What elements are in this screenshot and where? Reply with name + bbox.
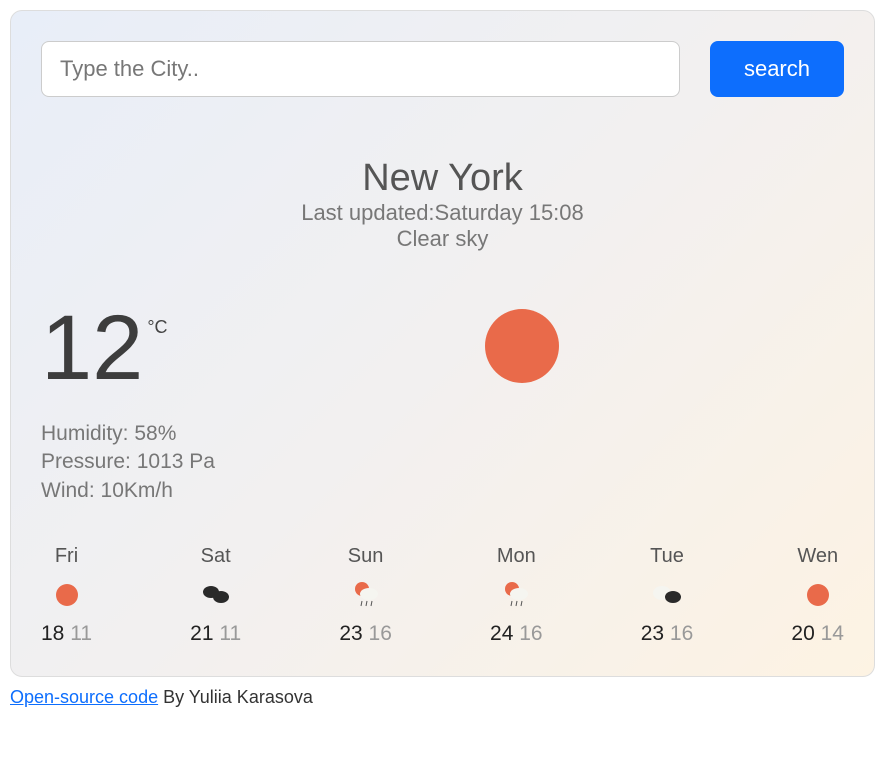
forecast-day: Fri 18 11 [41, 545, 92, 646]
forecast-day: Sat 21 11 [190, 545, 241, 646]
city-search-input[interactable] [41, 41, 680, 97]
forecast-temps: 24 16 [490, 622, 543, 646]
forecast-day: Wen 20 14 [791, 545, 844, 646]
forecast-day-name: Fri [55, 545, 78, 568]
city-name: New York [41, 157, 844, 200]
footer-by-text: By Yuliia Karasova [158, 687, 313, 707]
forecast-min: 14 [821, 622, 844, 645]
current-weather-icon-block [443, 307, 845, 390]
forecast-day-name: Mon [497, 545, 536, 568]
footer: Open-source code By Yuliia Karasova [10, 687, 875, 708]
sun-icon [483, 307, 561, 390]
open-source-link[interactable]: Open-source code [10, 687, 158, 707]
search-button[interactable]: search [710, 41, 844, 97]
last-updated-value: Saturday 15:08 [435, 200, 584, 225]
weather-card: search New York Last updated:Saturday 15… [10, 10, 875, 677]
forecast-min: 11 [70, 622, 92, 645]
forecast-temps: 18 11 [41, 622, 92, 646]
clouds-mixed-icon [651, 580, 683, 610]
forecast-temps: 23 16 [641, 622, 694, 646]
humidity-row: Humidity: 58% [41, 420, 844, 448]
sun-rain-icon [352, 580, 380, 610]
current-header: New York Last updated:Saturday 15:08 Cle… [41, 157, 844, 252]
forecast-max: 24 [490, 622, 513, 645]
last-updated-label: Last updated: [301, 200, 434, 225]
forecast-day: Mon 24 16 [490, 545, 543, 646]
pressure-value: 1013 Pa [137, 450, 215, 473]
temperature-value: 12 [41, 307, 143, 390]
temperature-block: 12 °C [41, 307, 403, 390]
wind-value: 10Km/h [101, 479, 173, 502]
search-row: search [41, 41, 844, 97]
forecast-temps: 21 11 [190, 622, 241, 646]
temperature-unit: °C [147, 317, 167, 338]
forecast-day: Sun 23 16 [339, 545, 392, 646]
pressure-row: Pressure: 1013 Pa [41, 448, 844, 476]
sun-icon [806, 580, 830, 610]
forecast-min: 11 [219, 622, 241, 645]
forecast-temps: 23 16 [339, 622, 392, 646]
humidity-value: 58% [134, 422, 176, 445]
last-updated: Last updated:Saturday 15:08 [41, 200, 844, 226]
forecast-day-name: Sun [348, 545, 384, 568]
forecast-row: Fri 18 11 Sat 21 11 Sun [41, 545, 844, 646]
humidity-label: Humidity: [41, 422, 129, 445]
pressure-label: Pressure: [41, 450, 131, 473]
weather-details: Humidity: 58% Pressure: 1013 Pa Wind: 10… [41, 420, 844, 505]
forecast-min: 16 [369, 622, 392, 645]
forecast-day-name: Sat [201, 545, 231, 568]
wind-label: Wind: [41, 479, 95, 502]
forecast-temps: 20 14 [791, 622, 844, 646]
wind-row: Wind: 10Km/h [41, 477, 844, 505]
forecast-max: 20 [791, 622, 814, 645]
temperature-display: 12 °C [41, 307, 403, 390]
forecast-min: 16 [670, 622, 693, 645]
forecast-max: 23 [641, 622, 664, 645]
forecast-max: 18 [41, 622, 64, 645]
forecast-day: Tue 23 16 [641, 545, 694, 646]
clouds-icon [201, 580, 231, 610]
forecast-max: 21 [190, 622, 213, 645]
weather-description: Clear sky [41, 226, 844, 252]
sun-rain-icon [502, 580, 530, 610]
sun-icon [55, 580, 79, 610]
forecast-day-name: Tue [650, 545, 684, 568]
forecast-min: 16 [519, 622, 542, 645]
main-row: 12 °C [41, 307, 844, 390]
forecast-max: 23 [339, 622, 362, 645]
forecast-day-name: Wen [797, 545, 838, 568]
